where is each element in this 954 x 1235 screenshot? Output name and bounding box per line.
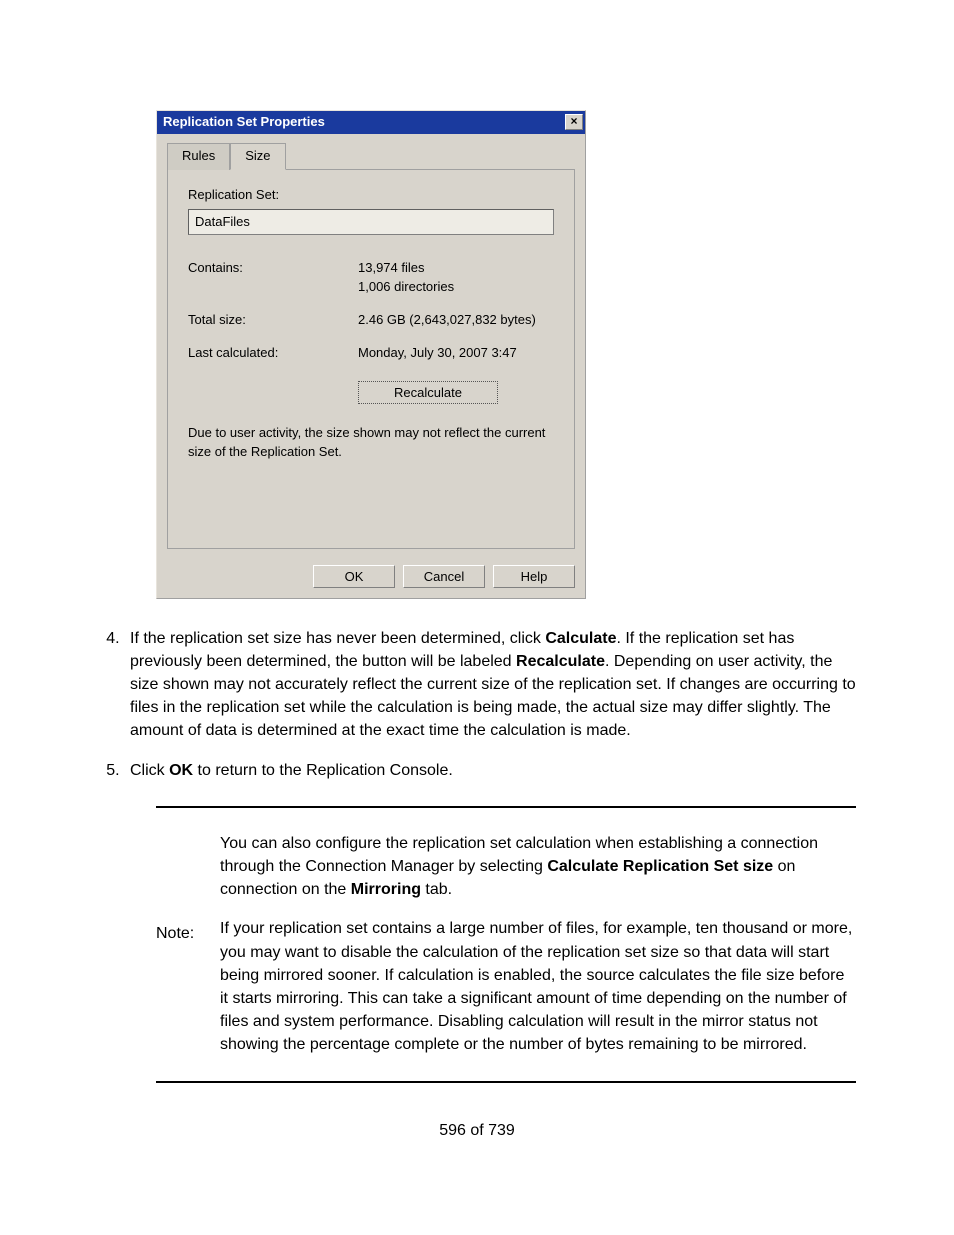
- note-container: Note: You can also configure the replica…: [156, 806, 856, 1083]
- tab-panel-size: Replication Set: DataFiles Contains: 13,…: [167, 169, 575, 549]
- page-number: 596 of 739: [98, 1119, 856, 1142]
- total-size-label: Total size:: [188, 311, 358, 330]
- instruction-step-5: Click OK to return to the Replication Co…: [124, 759, 856, 782]
- tab-size[interactable]: Size: [230, 143, 285, 170]
- size-disclaimer: Due to user activity, the size shown may…: [188, 424, 554, 462]
- cancel-button[interactable]: Cancel: [403, 565, 485, 588]
- replication-set-input[interactable]: DataFiles: [188, 209, 554, 236]
- contains-files: 13,974 files: [358, 259, 554, 278]
- total-size-value: 2.46 GB (2,643,027,832 bytes): [358, 311, 554, 330]
- instruction-list: If the replication set size has never be…: [98, 627, 856, 782]
- note-paragraph-1: You can also configure the replication s…: [220, 832, 856, 902]
- replication-set-label: Replication Set:: [188, 186, 554, 205]
- note-paragraph-2: If your replication set contains a large…: [220, 917, 856, 1056]
- last-calculated-value: Monday, July 30, 2007 3:47: [358, 344, 554, 363]
- replication-set-properties-dialog: Replication Set Properties × Rules Size …: [156, 110, 586, 599]
- dialog-titlebar: Replication Set Properties ×: [157, 111, 585, 134]
- help-button[interactable]: Help: [493, 565, 575, 588]
- tab-rules[interactable]: Rules: [167, 143, 230, 170]
- contains-label: Contains:: [188, 259, 358, 297]
- dialog-title: Replication Set Properties: [163, 113, 325, 132]
- dialog-button-row: OK Cancel Help: [157, 557, 585, 598]
- ok-button[interactable]: OK: [313, 565, 395, 588]
- instruction-step-4: If the replication set size has never be…: [124, 627, 856, 743]
- contains-value: 13,974 files 1,006 directories: [358, 259, 554, 297]
- divider-bottom: [156, 1081, 856, 1083]
- tab-strip: Rules Size: [157, 134, 585, 169]
- recalculate-button[interactable]: Recalculate: [358, 381, 498, 404]
- close-icon[interactable]: ×: [565, 114, 583, 130]
- contains-dirs: 1,006 directories: [358, 278, 554, 297]
- note-body: You can also configure the replication s…: [220, 832, 856, 1057]
- note-label: Note:: [156, 832, 220, 945]
- last-calculated-label: Last calculated:: [188, 344, 358, 363]
